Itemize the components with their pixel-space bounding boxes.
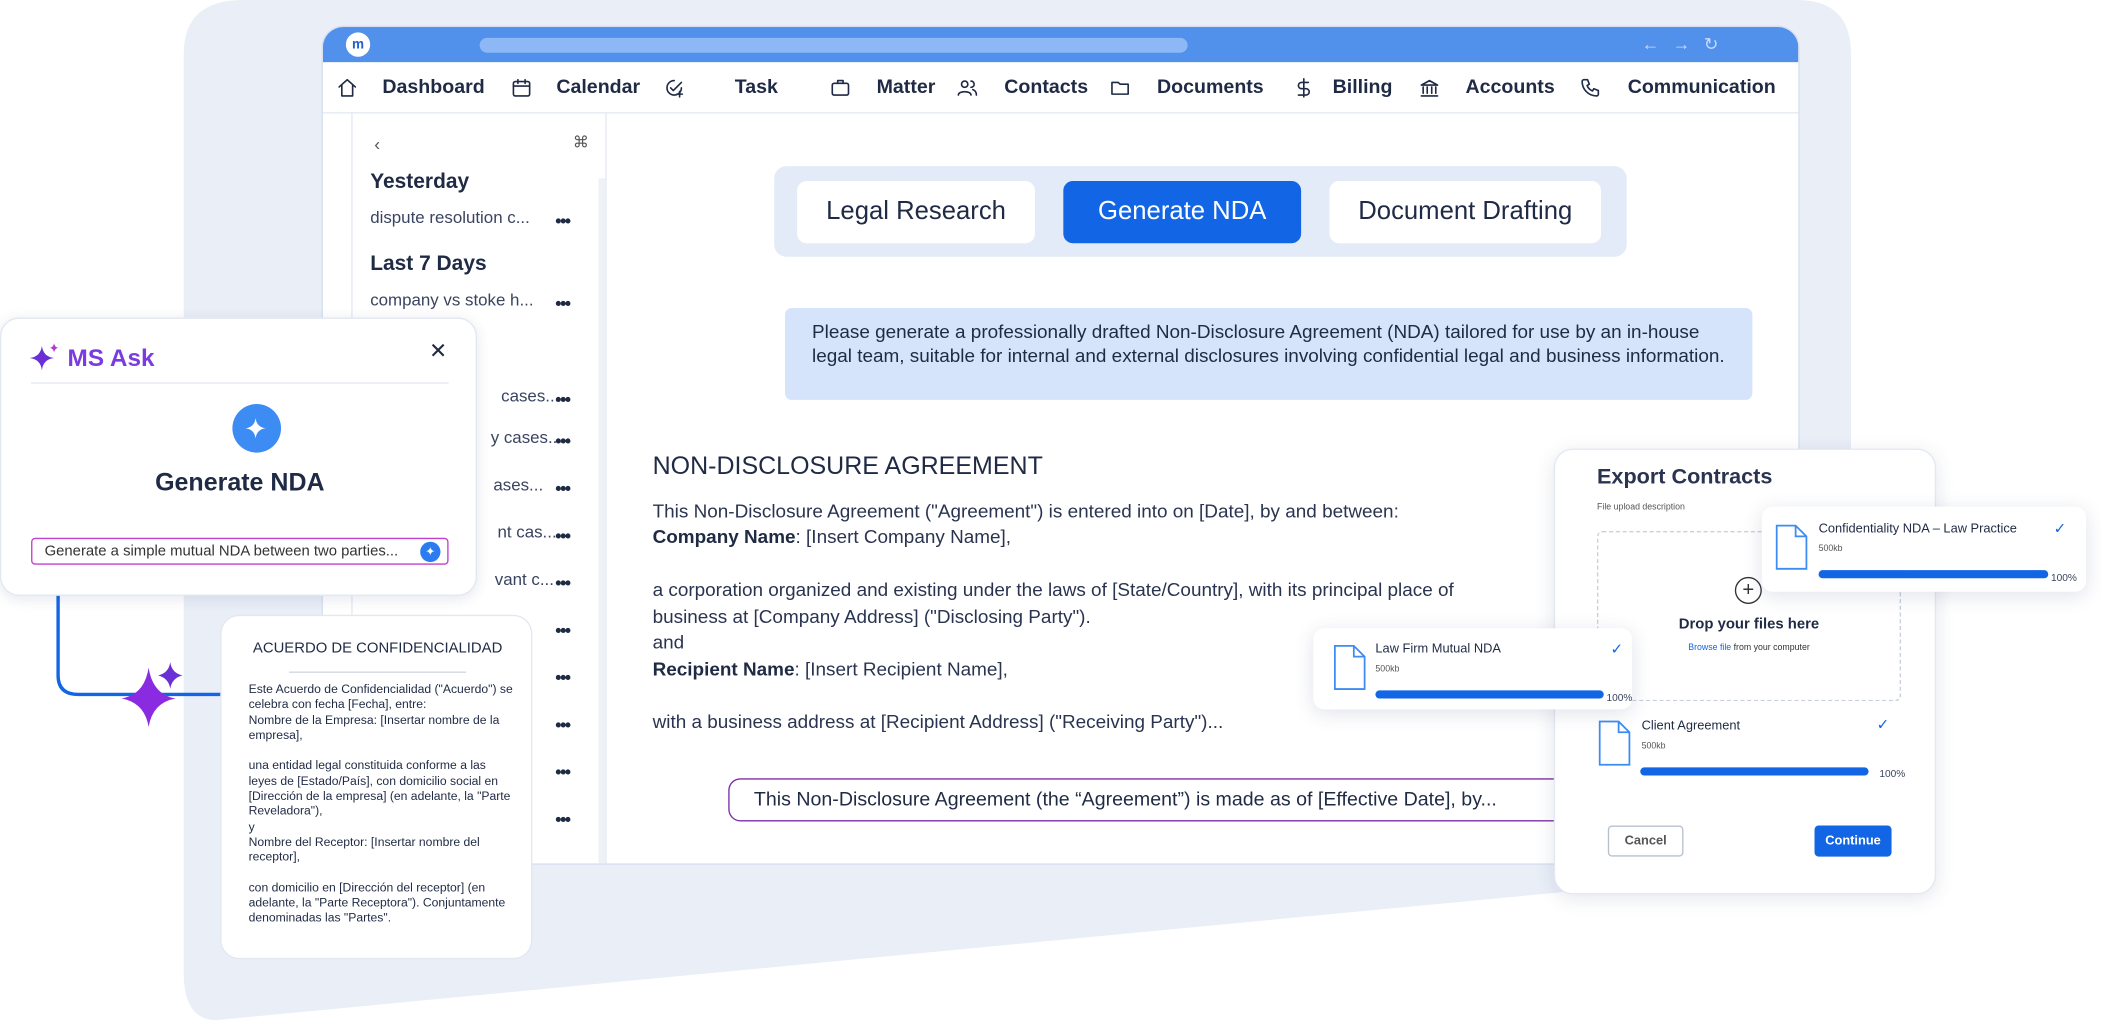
doc-corp-text: a corporation organized and existing und… — [652, 578, 1454, 627]
suggestion-input[interactable]: This Non-Disclosure Agreement (the “Agre… — [728, 778, 1566, 822]
progress-label: 100% — [2050, 571, 2077, 584]
back-arrow-icon[interactable]: ← — [1642, 34, 1660, 56]
file-size: 500kb — [1641, 741, 1666, 752]
more-options-icon[interactable]: ••• — [555, 526, 571, 546]
add-circle-icon[interactable]: + — [1734, 576, 1762, 604]
folder-icon — [1111, 80, 1130, 95]
doc-intro: This Non-Disclosure Agreement ("Agreemen… — [652, 499, 1399, 521]
nav-documents[interactable]: Documents — [1110, 76, 1264, 98]
prompt-input[interactable]: Generate a simple mutual NDA between two… — [31, 537, 449, 565]
file-icon — [1775, 524, 1808, 570]
more-options-icon[interactable]: ••• — [555, 389, 571, 409]
nav-matter[interactable]: Matter — [829, 76, 935, 98]
progress-bar — [1375, 690, 1604, 699]
send-icon[interactable]: ✦ — [420, 541, 441, 563]
more-options-icon[interactable]: ••• — [555, 809, 571, 829]
spanish-title: ACUERDO DE CONFIDENCIALIDAD — [252, 640, 503, 657]
file-size: 500kb — [1818, 544, 1843, 554]
tab-legal-research[interactable]: Legal Research — [797, 181, 1035, 244]
upload-file-card: Confidentiality NDA – Law Practice 500kb… — [1761, 506, 2087, 592]
file-name: Law Firm Mutual NDA — [1375, 641, 1501, 657]
spanish-document-card: ACUERDO DE CONFIDENCIALIDAD Este Acuerdo… — [220, 614, 533, 960]
people-icon — [957, 79, 978, 96]
more-options-icon[interactable]: ••• — [555, 211, 571, 231]
tab-document-drafting[interactable]: Document Drafting — [1329, 181, 1602, 244]
spanish-body: Este Acuerdo de Confidencialidad ("Acuer… — [248, 682, 513, 925]
check-icon: ✓ — [1610, 641, 1623, 658]
progress-label: 100% — [1879, 767, 1906, 780]
upload-file-card: Law Firm Mutual NDA 500kb ✓ 100% — [1313, 628, 1633, 710]
more-options-icon[interactable]: ••• — [555, 478, 571, 498]
task-check-icon — [665, 79, 683, 97]
document-title: NON-DISCLOSURE AGREEMENT — [652, 451, 1043, 480]
ai-sparkle-icon — [232, 403, 282, 453]
file-icon — [1334, 644, 1366, 690]
nav-billing[interactable]: Billing — [1293, 76, 1392, 98]
close-icon[interactable]: ✕ — [429, 338, 447, 365]
dialog-subtitle: File upload description — [1597, 502, 1685, 513]
nav-task[interactable]: Task — [663, 76, 778, 98]
progress-bar — [1818, 570, 2049, 579]
check-icon: ✓ — [2053, 521, 2067, 538]
more-options-icon[interactable]: ••• — [555, 293, 571, 313]
nav-accounts[interactable]: Accounts — [1418, 76, 1555, 98]
user-prompt: Please generate a professionally drafted… — [784, 308, 1753, 400]
file-name: Confidentiality NDA – Law Practice — [1818, 521, 2017, 537]
check-icon: ✓ — [1876, 717, 1890, 734]
doc-company-line: Company Name: [Insert Company Name], — [652, 525, 1012, 548]
forward-arrow-icon[interactable]: → — [1673, 34, 1691, 56]
progress-label: 100% — [1606, 691, 1633, 704]
browse-file-link[interactable]: Browse file — [1688, 643, 1731, 652]
sidebar-scrollbar[interactable] — [598, 178, 606, 864]
dollar-icon — [1298, 77, 1311, 97]
ms-ask-panel: MS Ask ✕ Generate NDA Generate a simple … — [0, 317, 477, 596]
refresh-icon[interactable]: ↻ — [1704, 34, 1719, 56]
window-controls: ← → ↻ — [1642, 34, 1799, 56]
grid-icon[interactable]: ⌘ — [573, 132, 589, 151]
file-name: Client Agreement — [1641, 718, 1741, 734]
doc-address-text: with a business address at [Recipient Ad… — [652, 710, 1224, 732]
title-bar: m ← → ↻ — [322, 27, 1799, 63]
panel-title: Generate NDA — [155, 467, 325, 496]
progress-bar — [1640, 767, 1869, 776]
sparkle-icon — [29, 343, 59, 371]
more-options-icon[interactable]: ••• — [555, 762, 571, 782]
more-options-icon[interactable]: ••• — [555, 573, 571, 593]
dialog-title: Export Contracts — [1597, 466, 1773, 490]
mode-tabs: Legal Research Generate NDA Document Dra… — [774, 166, 1627, 257]
phone-icon — [1580, 78, 1599, 97]
cancel-button[interactable]: Cancel — [1607, 825, 1684, 857]
file-icon — [1598, 720, 1631, 766]
briefcase-icon — [831, 79, 850, 96]
more-options-icon[interactable]: ••• — [555, 715, 571, 735]
more-options-icon[interactable]: ••• — [555, 620, 571, 640]
more-options-icon[interactable]: ••• — [555, 667, 571, 687]
main-nav: Dashboard Calendar Task Matter Contacts … — [322, 62, 1799, 114]
nav-communication[interactable]: Communication — [1579, 76, 1776, 98]
bank-icon — [1420, 79, 1438, 97]
stage: m ← → ↻ Dashboard Calendar Task Matter C… — [0, 0, 2101, 1020]
drop-text: Drop your files here — [1678, 616, 1820, 633]
browse-text: Browse file from your computer — [1688, 643, 1810, 653]
address-bar[interactable] — [479, 37, 1188, 53]
tab-generate-nda[interactable]: Generate NDA — [1063, 181, 1302, 244]
continue-button[interactable]: Continue — [1814, 825, 1892, 857]
file-size: 500kb — [1375, 664, 1400, 675]
nav-contacts[interactable]: Contacts — [957, 76, 1088, 98]
ms-ask-brand: MS Ask — [28, 342, 155, 374]
more-options-icon[interactable]: ••• — [555, 431, 571, 451]
